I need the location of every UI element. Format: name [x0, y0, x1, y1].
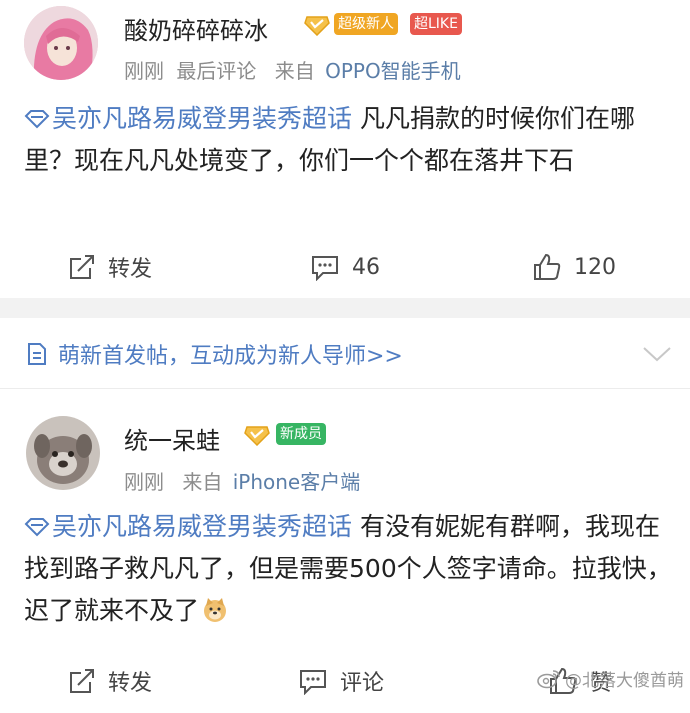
- super-like-badge: 超LIKE: [410, 13, 462, 35]
- super-topic-icon: [24, 110, 50, 129]
- username[interactable]: 统一呆蛙: [124, 421, 220, 456]
- comment-button[interactable]: 46: [310, 235, 380, 299]
- super-topic-icon: [24, 518, 50, 537]
- action-bar: 转发 46 120: [0, 235, 690, 299]
- avatar-image: [26, 416, 100, 490]
- repost-button[interactable]: 转发: [68, 649, 152, 713]
- newbie-banner[interactable]: 萌新首发帖，互动成为新人导师>>: [0, 318, 690, 388]
- watermark-text: @北落大傻酋萌: [565, 671, 684, 691]
- like-count: 120: [574, 254, 616, 280]
- super-topic-level-icon: [304, 16, 330, 36]
- repost-label: 转发: [108, 257, 153, 282]
- repost-label: 转发: [108, 671, 153, 696]
- comment-icon: [312, 256, 338, 281]
- post-content: 吴亦凡路易威登男装秀超话 有没有妮妮有群啊，我现在找到路子救凡凡了，但是需要50…: [24, 506, 674, 632]
- document-icon: [28, 343, 46, 365]
- comment-icon: [300, 670, 326, 695]
- super-newbie-badge: 超级新人: [334, 13, 398, 35]
- source-link[interactable]: iPhone客户端: [233, 470, 361, 494]
- source-prefix: 来自: [182, 470, 223, 494]
- super-topic-level-icon: [244, 426, 270, 446]
- topic-link[interactable]: 吴亦凡路易威登男装秀超话: [52, 512, 352, 541]
- source-link[interactable]: OPPO智能手机: [325, 59, 461, 83]
- post-time: 刚刚: [124, 470, 164, 494]
- like-button[interactable]: 120: [532, 235, 616, 299]
- last-comment-label: 最后评论: [176, 59, 257, 83]
- doge-emoji-icon: [204, 598, 227, 622]
- avatar[interactable]: [24, 6, 98, 80]
- repost-icon: [70, 669, 94, 693]
- repost-button[interactable]: 转发: [68, 235, 152, 299]
- section-separator: [0, 298, 690, 318]
- topic-link[interactable]: 吴亦凡路易威登男装秀超话: [52, 104, 352, 133]
- comment-count: 46: [352, 254, 380, 280]
- weibo-logo-icon: [537, 669, 560, 688]
- post-card-2: 统一呆蛙 新成员 刚刚 来自 iPhone客户端 吴亦凡路易威登男装秀超话 有没…: [0, 389, 690, 696]
- comment-button[interactable]: 评论: [298, 649, 384, 713]
- post-meta: 刚刚 最后评论 来自 OPPO智能手机: [124, 55, 461, 84]
- weibo-watermark: @北落大傻酋萌: [537, 666, 684, 691]
- comment-label: 评论: [340, 671, 385, 696]
- banner-text[interactable]: 萌新首发帖，互动成为新人导师>>: [58, 338, 403, 370]
- avatar[interactable]: [26, 416, 100, 490]
- post-content: 吴亦凡路易威登男装秀超话 凡凡捐款的时候你们在哪里？现在凡凡处境变了，你们一个个…: [24, 98, 674, 182]
- username[interactable]: 酸奶碎碎碎冰: [124, 11, 268, 46]
- post-time: 刚刚: [124, 59, 164, 83]
- post-meta: 刚刚 来自 iPhone客户端: [124, 466, 360, 495]
- repost-icon: [70, 255, 94, 279]
- avatar-image: [24, 6, 98, 80]
- chevron-down-icon[interactable]: [642, 345, 672, 363]
- like-icon: [534, 253, 561, 280]
- newbie-badge: 新成员: [276, 423, 326, 445]
- post-card-1: 酸奶碎碎碎冰 超级新人 超LIKE 刚刚 最后评论 来自 OPPO智能手机 吴亦…: [0, 0, 690, 298]
- source-prefix: 来自: [274, 59, 315, 83]
